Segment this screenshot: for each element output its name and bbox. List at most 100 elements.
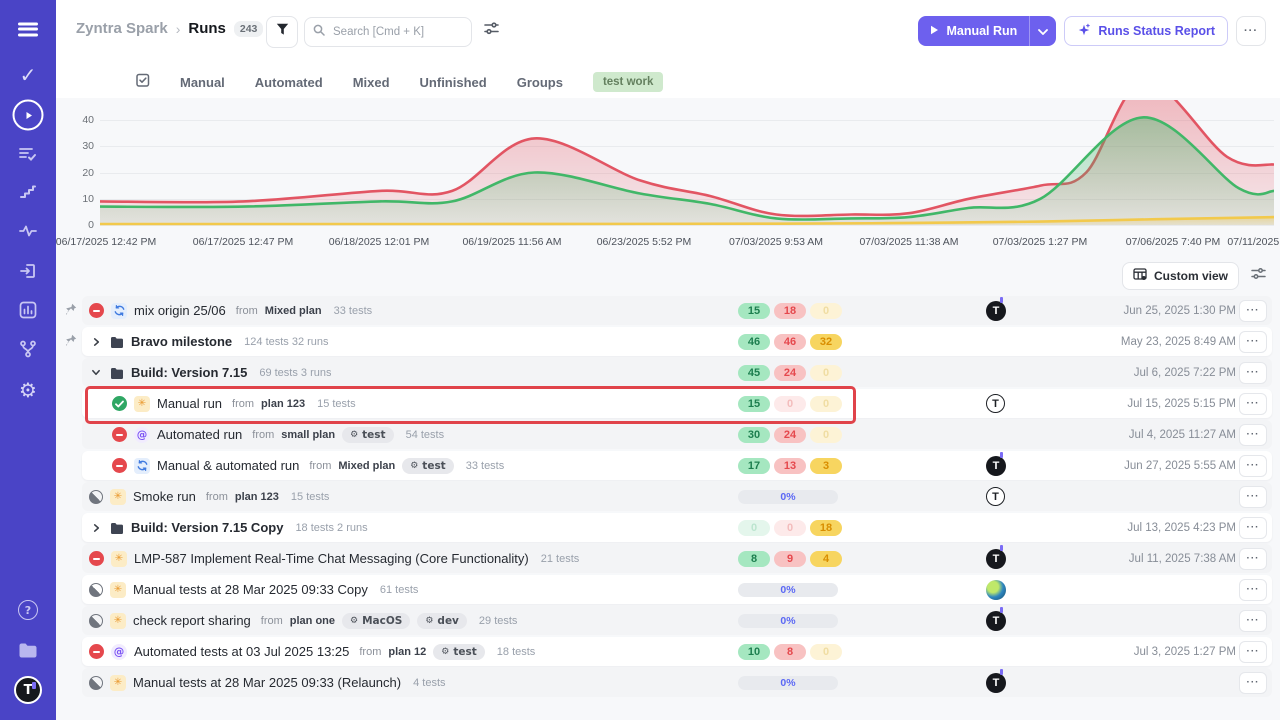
adjustments-icon[interactable] [484, 22, 499, 40]
plan-name[interactable]: Mixed plan [265, 305, 322, 317]
plan-name[interactable]: Mixed plan [338, 460, 395, 472]
sign-in-icon[interactable] [20, 263, 36, 279]
run-name[interactable]: Smoke run [133, 489, 196, 504]
run-name[interactable]: Bravo milestone [131, 334, 232, 349]
play-circle-icon[interactable] [13, 100, 44, 131]
tab-automated[interactable]: Automated [255, 75, 323, 90]
row-actions-button[interactable]: ··· [1239, 362, 1267, 384]
table-row[interactable]: ✳Manual runfromplan 12315 tests1500TJul … [82, 389, 1272, 418]
run-name[interactable]: Build: Version 7.15 Copy [131, 520, 283, 535]
status-inprogress-icon [89, 490, 103, 504]
row-actions-button[interactable]: ··· [1239, 331, 1267, 353]
list-check-icon[interactable] [19, 147, 37, 161]
run-date: Jul 11, 2025 7:38 AM [1129, 553, 1236, 565]
row-actions-button[interactable]: ··· [1239, 393, 1267, 415]
status-failed-icon [112, 427, 127, 442]
run-results: 464632 [738, 334, 842, 350]
pin-icon[interactable] [65, 303, 77, 321]
row-actions-button[interactable]: ··· [1239, 641, 1267, 663]
adjustments-icon-2[interactable] [1251, 267, 1266, 285]
user-avatar[interactable]: T [14, 676, 42, 704]
run-date: Jun 27, 2025 5:55 AM [1124, 460, 1236, 472]
row-actions-button[interactable]: ··· [1239, 517, 1267, 539]
pulse-icon[interactable] [19, 225, 37, 237]
folder-icon[interactable] [19, 643, 38, 658]
table-row[interactable]: Manual & automated runfromMixed plan⚙tes… [82, 451, 1272, 480]
tab-mixed[interactable]: Mixed [353, 75, 390, 90]
row-actions-button[interactable]: ··· [1239, 455, 1267, 477]
tab-groups[interactable]: Groups [517, 75, 563, 90]
search-box[interactable] [304, 17, 472, 47]
avatar: T [986, 487, 1005, 506]
tab-unfinished[interactable]: Unfinished [420, 75, 487, 90]
plan-name[interactable]: plan 12 [388, 646, 426, 658]
folder-icon [110, 522, 124, 534]
tab-manual[interactable]: Manual [180, 75, 225, 90]
table-row[interactable]: Bravo milestone124 tests 32 runs464632Ma… [82, 327, 1272, 356]
count-badge-yellow: 0 [810, 365, 842, 381]
header-more-button[interactable]: ··· [1236, 16, 1266, 46]
mixed-run-icon [111, 303, 127, 319]
custom-view-button[interactable]: Custom view [1122, 262, 1239, 290]
row-actions-button[interactable]: ··· [1239, 424, 1267, 446]
run-name[interactable]: Manual tests at 28 Mar 2025 09:33 Copy [133, 582, 368, 597]
count-badge-red: 24 [774, 365, 806, 381]
table-row[interactable]: ✳Manual tests at 28 Mar 2025 09:33 Copy6… [82, 575, 1272, 604]
mixed-run-icon [134, 458, 150, 474]
chevron-down-icon[interactable] [89, 368, 103, 377]
row-actions-button[interactable]: ··· [1239, 672, 1267, 694]
table-row[interactable]: ✳LMP-587 Implement Real-Time Chat Messag… [82, 544, 1272, 573]
plan-name[interactable]: small plan [281, 429, 335, 441]
menu-icon[interactable] [18, 20, 38, 39]
table-row[interactable]: @Automated runfromsmall plan⚙test54 test… [82, 420, 1272, 449]
filter-button[interactable] [266, 16, 298, 48]
chevron-right-icon[interactable] [89, 523, 103, 533]
row-actions-button[interactable]: ··· [1239, 300, 1267, 322]
run-name[interactable]: check report sharing [133, 613, 251, 628]
breadcrumb: Zyntra Spark › Runs 243 [76, 20, 263, 37]
gear-icon[interactable]: ⚙ [19, 378, 37, 402]
chevron-right-icon[interactable] [89, 337, 103, 347]
row-actions-button[interactable]: ··· [1239, 610, 1267, 632]
branch-icon[interactable] [20, 341, 36, 358]
run-date: Jul 15, 2025 5:15 PM [1127, 398, 1236, 410]
table-row[interactable]: ✳Manual tests at 28 Mar 2025 09:33 (Rela… [82, 668, 1272, 697]
manual-run-dropdown[interactable] [1029, 16, 1056, 46]
table-row[interactable]: mix origin 25/06fromMixed plan33 tests15… [82, 296, 1272, 325]
manual-run-button[interactable]: Manual Run [918, 16, 1056, 46]
table-row[interactable]: @Automated tests at 03 Jul 2025 13:25fro… [82, 637, 1272, 666]
row-actions-button[interactable]: ··· [1239, 486, 1267, 508]
help-icon[interactable]: ? [18, 600, 38, 620]
table-row[interactable]: Build: Version 7.1569 tests 3 runs45240J… [82, 358, 1272, 387]
x-axis-label: 07/03/2025 11:38 AM [859, 236, 958, 248]
run-name[interactable]: Manual run [157, 396, 222, 411]
run-name[interactable]: mix origin 25/06 [134, 303, 226, 318]
tests-count: 69 tests 3 runs [259, 367, 331, 379]
view-tag-test-work[interactable]: test work [593, 72, 664, 92]
plan-name[interactable]: plan 123 [235, 491, 279, 503]
config-tag: ⚙MacOS [342, 613, 410, 629]
row-actions-button[interactable]: ··· [1239, 579, 1267, 601]
count-badge-green: 45 [738, 365, 770, 381]
run-name[interactable]: Manual tests at 28 Mar 2025 09:33 (Relau… [133, 675, 401, 690]
check-icon[interactable]: ✓ [20, 63, 37, 87]
run-name[interactable]: Build: Version 7.15 [131, 365, 247, 380]
table-row[interactable]: ✳check report sharingfromplan one⚙MacOS⚙… [82, 606, 1272, 635]
run-name[interactable]: Automated tests at 03 Jul 2025 13:25 [134, 644, 349, 659]
breadcrumb-project[interactable]: Zyntra Spark [76, 20, 168, 37]
run-name[interactable]: Manual & automated run [157, 458, 299, 473]
stairs-icon[interactable] [20, 185, 36, 199]
bar-chart-icon[interactable] [20, 302, 37, 319]
plan-name[interactable]: plan one [290, 615, 335, 627]
runs-status-report-button[interactable]: Runs Status Report [1064, 16, 1228, 46]
table-row[interactable]: Build: Version 7.15 Copy18 tests 2 runs0… [82, 513, 1272, 542]
run-name[interactable]: Automated run [157, 427, 242, 442]
pin-icon[interactable] [65, 334, 77, 352]
table-row[interactable]: ✳Smoke runfromplan 12315 tests0%T··· [82, 482, 1272, 511]
search-input[interactable] [331, 25, 445, 39]
checklist-icon[interactable] [136, 73, 150, 92]
run-name[interactable]: LMP-587 Implement Real-Time Chat Messagi… [134, 551, 529, 566]
progress-bar: 0% [738, 490, 838, 504]
row-actions-button[interactable]: ··· [1239, 548, 1267, 570]
plan-name[interactable]: plan 123 [261, 398, 305, 410]
